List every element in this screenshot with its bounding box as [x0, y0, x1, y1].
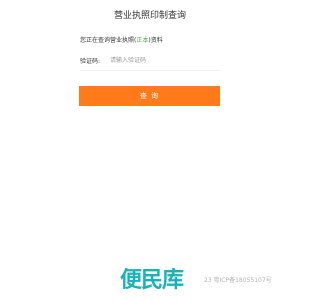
- captcha-row: 验证码:: [80, 50, 220, 71]
- captcha-label: 验证码:: [80, 57, 101, 65]
- notice-prefix: 您正在查询营业执照(: [80, 37, 137, 44]
- page-title: 营业执照印制查询: [113, 11, 186, 21]
- notice-suffix: )资料: [148, 37, 163, 44]
- query-button[interactable]: 查 询: [79, 86, 220, 106]
- bianminku-logo: 便民库: [120, 268, 184, 293]
- captcha-input[interactable]: [110, 53, 220, 67]
- notice-highlight: 正本: [136, 37, 149, 44]
- query-notice: 您正在查询营业执照(正本)资料: [80, 35, 163, 44]
- icp-record[interactable]: 23 粤ICP备18055107号: [204, 275, 272, 284]
